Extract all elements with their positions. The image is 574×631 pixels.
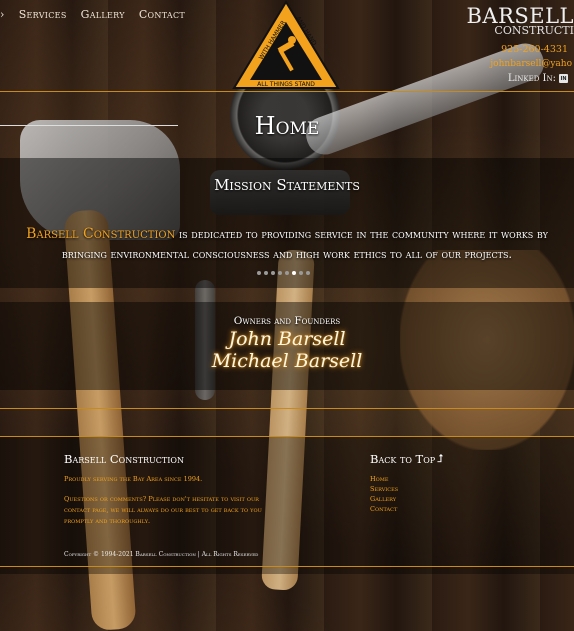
nav-item-partial[interactable]: ›: [0, 8, 5, 21]
carousel-dot[interactable]: [306, 271, 310, 275]
brand-subtitle: CONSTRUCTI: [494, 24, 574, 37]
back-to-top-label: Back to Top: [370, 452, 436, 466]
carousel-dot[interactable]: [285, 271, 289, 275]
company-logo[interactable]: WITH HAMMER AND HAND ALL THINGS STAND: [232, 0, 340, 92]
bottom-divider: [0, 566, 574, 567]
copyright-text: Copyright © 1994-2021 Barsell Constructi…: [64, 551, 259, 558]
arrow-up-icon: ⮥: [437, 452, 444, 465]
footer-divider: [0, 408, 574, 409]
founder-name: Michael Barsell: [211, 350, 363, 372]
carousel-dot[interactable]: [271, 271, 275, 275]
footer-links: Home Services Gallery Contact: [370, 475, 398, 513]
mission-heading: Mission Statements: [214, 176, 360, 194]
footer-questions: Questions or comments? Please don't hesi…: [64, 495, 262, 525]
mission-company-name: Barsell Construction: [26, 226, 176, 242]
nav-item-contact[interactable]: Contact: [139, 8, 185, 21]
page-title: Home: [254, 112, 320, 140]
back-to-top-link[interactable]: Back to Top ⮥: [370, 452, 444, 466]
carousel-dot[interactable]: [257, 271, 261, 275]
footer-link-services[interactable]: Services: [370, 485, 398, 493]
footer-tagline: Proudly serving the Bay Area since 1994.: [64, 475, 203, 483]
carousel-dot[interactable]: [299, 271, 303, 275]
linkedin-link[interactable]: Linked In: in: [508, 73, 568, 84]
nav-item-gallery[interactable]: Gallery: [81, 8, 125, 21]
main-nav: › Services Gallery Contact: [0, 8, 185, 21]
email-link[interactable]: johnbarsell@yaho: [490, 59, 572, 69]
mission-statement: Barsell Construction is dedicated to pro…: [6, 224, 568, 264]
owners-heading: Owners and Founders: [233, 315, 341, 327]
header-divider: [0, 91, 574, 92]
carousel-dot[interactable]: [292, 271, 296, 275]
carousel-indicators: [257, 271, 310, 275]
nav-item-services[interactable]: Services: [19, 8, 67, 21]
founder-name: John Barsell: [228, 328, 346, 350]
linkedin-icon: in: [559, 74, 568, 83]
footer-link-gallery[interactable]: Gallery: [370, 495, 398, 503]
carousel-dot[interactable]: [278, 271, 282, 275]
footer-brand: Barsell Construction: [64, 452, 184, 466]
logo-text-bottom: ALL THINGS STAND: [257, 81, 315, 88]
phone-link[interactable]: 925-260-4331: [501, 44, 568, 55]
linkedin-label: Linked In:: [507, 73, 556, 84]
footer-link-home[interactable]: Home: [370, 475, 398, 483]
carousel-dot[interactable]: [264, 271, 268, 275]
footer-link-contact[interactable]: Contact: [370, 505, 398, 513]
